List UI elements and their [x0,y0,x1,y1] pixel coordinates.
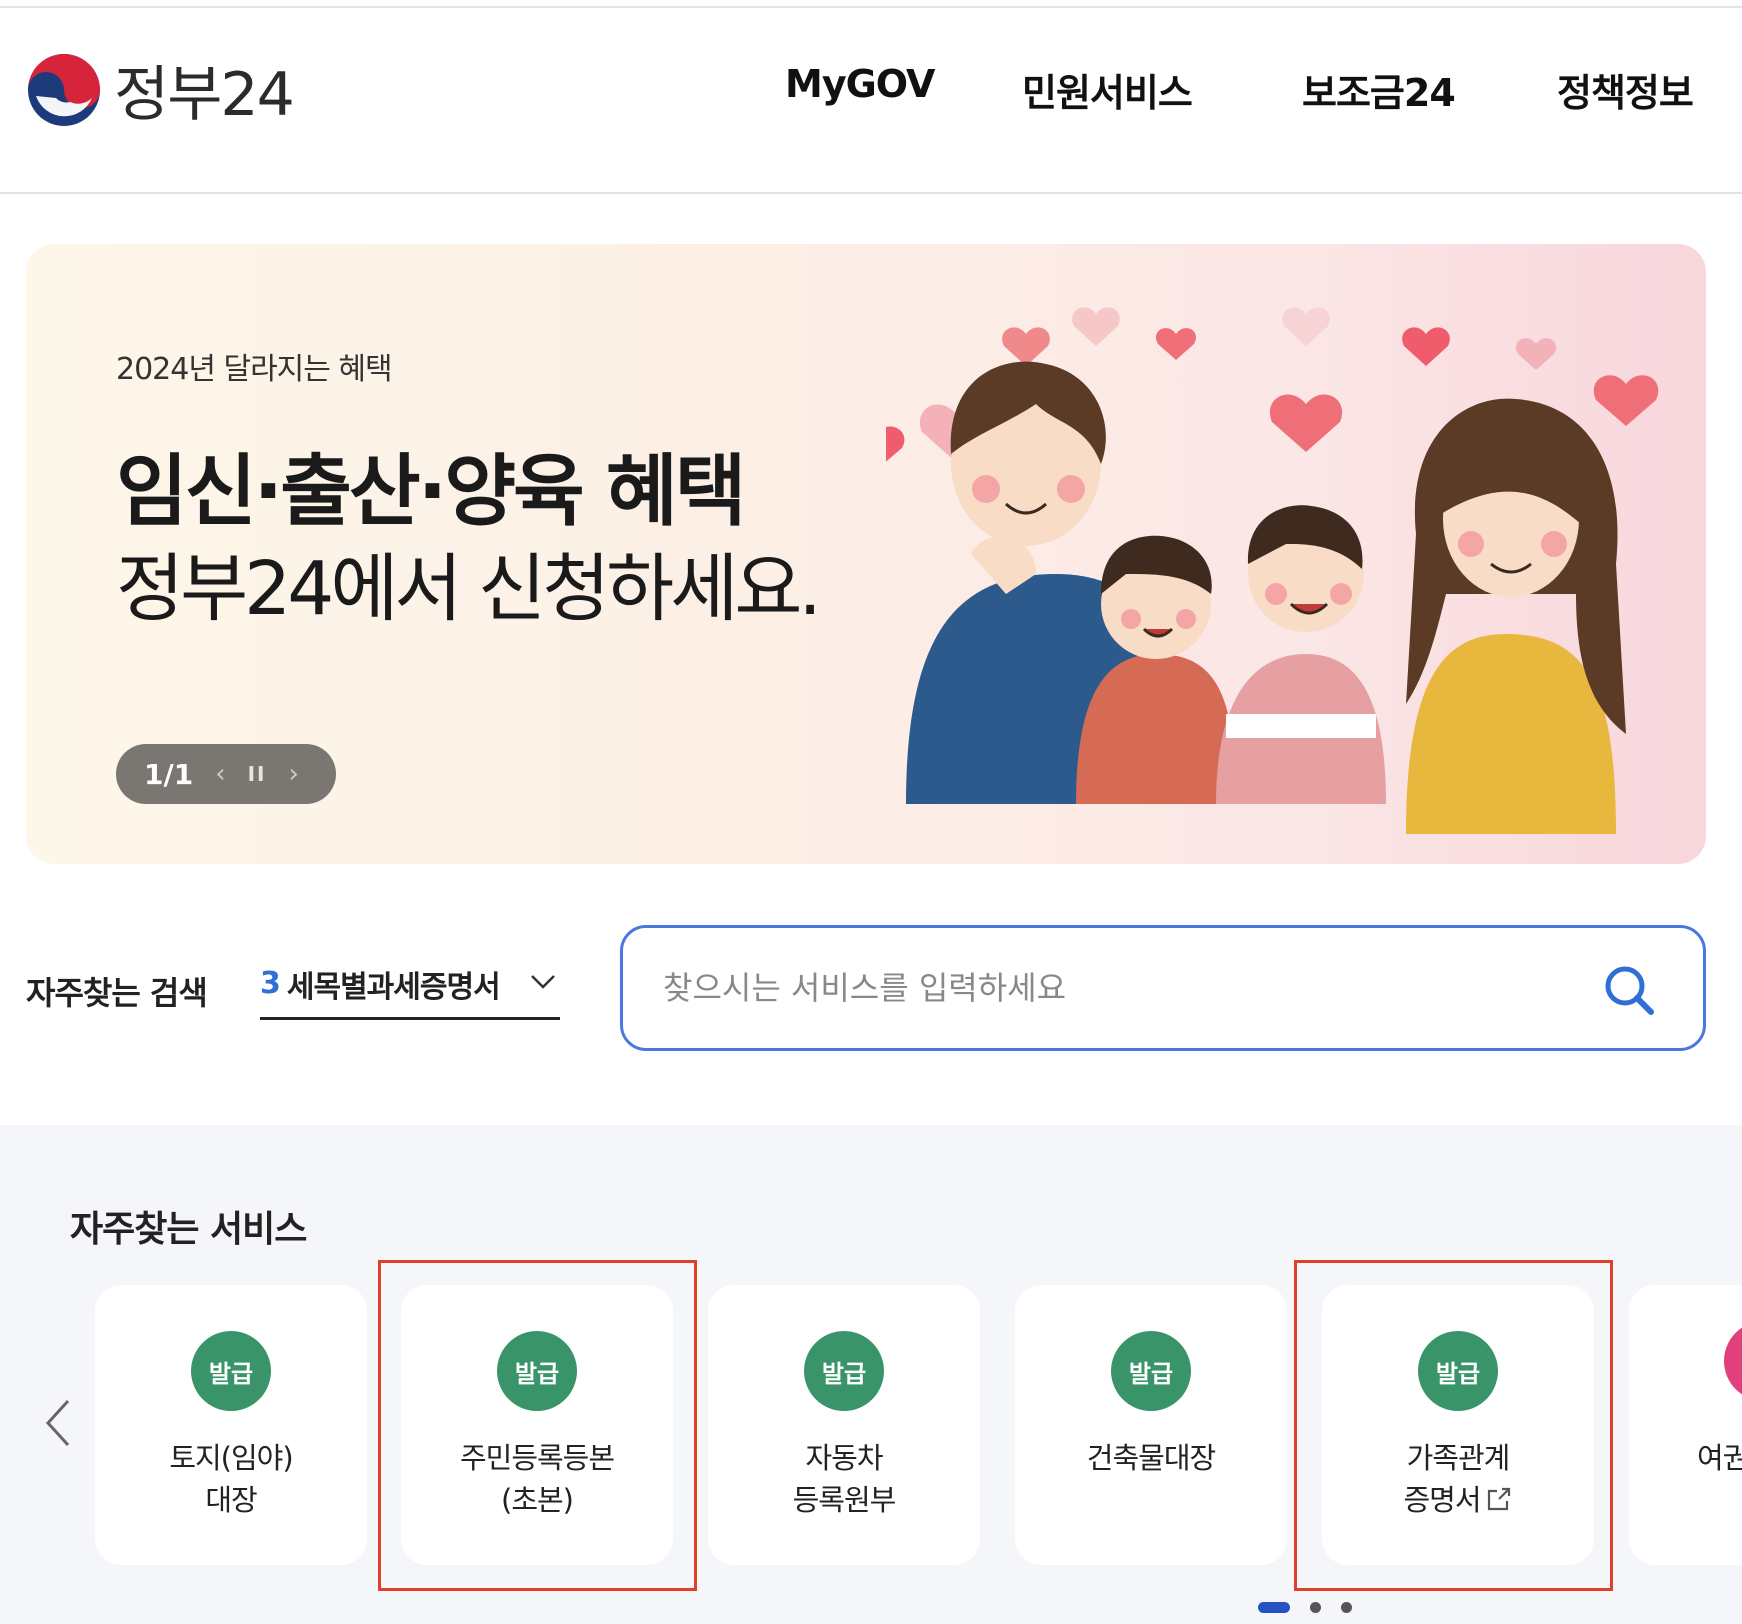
service-card-label-line1: 주민등록등본 [459,1441,615,1475]
nav-policy-info[interactable]: 정책정보 [1557,62,1694,117]
banner-slide-controls: 1/1 ‹ II › [116,744,336,804]
taegeuk-logo-icon [28,53,100,126]
service-card-resident-registration[interactable]: 발급 주민등록등본 (초본) [401,1285,673,1565]
external-link-icon [1487,1487,1510,1511]
banner-title-line2: 정부24에서 신청하세요. [116,546,822,632]
issue-badge: 발급 [191,1331,271,1411]
site-logo[interactable]: 정부24 [26,46,295,133]
mother-figure [1406,398,1626,834]
issue-badge: 발급 [1418,1331,1498,1411]
section-title: 자주찾는 서비스 [70,1209,307,1250]
frequent-search-rank: 3 [260,966,281,1001]
service-card-building-register[interactable]: 발급 건축물대장 [1015,1285,1287,1565]
slide-counter: 1/1 [144,757,194,791]
service-card-label: 건축물대장 [1015,1437,1287,1479]
service-card-label: 자동차 등록원부 [708,1437,980,1521]
slide-prev-button[interactable]: ‹ [215,759,225,789]
slide-next-button[interactable]: › [289,759,299,789]
service-card-land-register[interactable]: 발급 토지(임야) 대장 [95,1285,367,1565]
family-illustration [886,307,1659,834]
boy-figure [1216,505,1386,804]
search-icon[interactable] [1601,962,1657,1018]
logo-text: 정부24 [114,60,295,130]
service-card-label-line1: 건축물대장 [1086,1441,1216,1475]
service-card-label-line1: 가족관계 [1406,1441,1511,1475]
service-card-family-certificate[interactable]: 발급 가족관계 증명서 [1322,1285,1594,1565]
nav-civil-services[interactable]: 민원서비스 [1022,62,1193,117]
service-card-label-line2: 증명서 [1403,1483,1481,1517]
pagination-dot-3[interactable] [1341,1602,1352,1613]
frequent-search-dropdown[interactable]: 3 세목별과세증명서 [260,950,560,1020]
promo-banner[interactable]: 2024년 달라지는 혜택 임신·출산·양육 혜택 정부24에서 신청하세요. … [26,244,1706,864]
issue-badge: 발급 [497,1331,577,1411]
nav-subsidy24[interactable]: 보조금24 [1302,62,1456,117]
service-card-label-line1: 토지(임야) [169,1441,293,1475]
service-card-vehicle-register[interactable]: 발급 자동차 등록원부 [708,1285,980,1565]
site-header: 정부24 MyGOV 민원서비스 보조금24 정책정보 [0,8,1742,194]
service-card-label-line1: 여권 [1697,1441,1742,1475]
service-card-label-line2: 대장 [205,1483,257,1517]
search-box [620,925,1706,1051]
service-card-label: 여권 [1697,1437,1742,1479]
issue-badge: 발급 [804,1331,884,1411]
frequent-services-section: 자주찾는 서비스 발급 토지(임야) 대장 발급 주민등록등본 (초본) 발급 … [0,1125,1742,1624]
chevron-left-icon[interactable] [38,1395,78,1451]
banner-title: 임신·출산·양육 혜택 [116,447,746,537]
frequent-search-term: 세목별과세증명서 [286,969,501,1005]
service-card-label-line2: 등록원부 [792,1483,897,1517]
frequent-search-label: 자주찾는 검색 [26,974,208,1012]
nav-mygov[interactable]: MyGOV [785,62,935,106]
pagination-dot-2[interactable] [1310,1602,1321,1613]
service-card-label: 토지(임야) 대장 [95,1437,367,1521]
issue-badge: 발급 [1111,1331,1191,1411]
service-card-label-line2: (초본) [501,1483,574,1517]
pagination-dot-1[interactable] [1258,1602,1290,1613]
chevron-down-icon[interactable] [530,968,556,994]
carousel-pagination [1258,1602,1352,1613]
service-card-label: 가족관계 증명서 [1322,1437,1594,1521]
banner-subtitle: 2024년 달라지는 혜택 [116,352,393,387]
slide-pause-button[interactable]: II [248,762,267,786]
service-card-label-line1: 자동차 [805,1441,883,1475]
search-input[interactable] [663,958,1563,1018]
service-card-label: 주민등록등본 (초본) [401,1437,673,1521]
service-card-passport[interactable]: 여권 [1629,1285,1742,1565]
